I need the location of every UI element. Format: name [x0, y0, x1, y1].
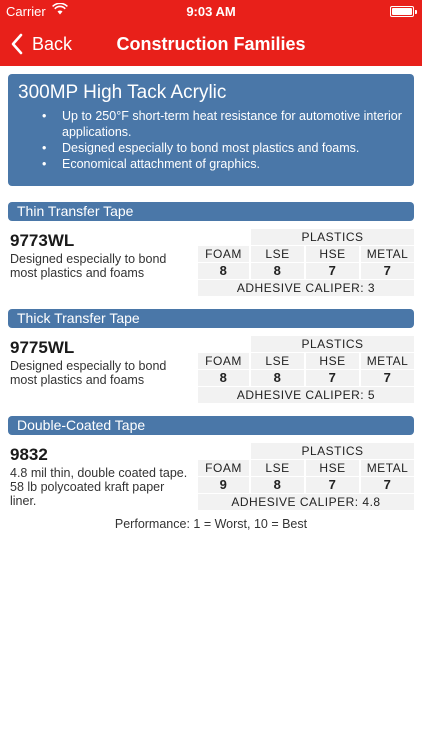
product-description: Designed especially to bond most plastic… [10, 359, 167, 387]
column-header: LSE [251, 246, 304, 262]
family-title: 300MP High Tack Acrylic [18, 82, 227, 103]
column-header: HSE [306, 246, 359, 262]
rating-value: 7 [306, 477, 359, 493]
status-bar: Carrier 9:03 AM [0, 0, 422, 22]
column-header: METAL [361, 460, 414, 476]
column-header: FOAM [198, 246, 249, 262]
column-header: HSE [306, 460, 359, 476]
product-name[interactable]: 9775WL [10, 338, 74, 358]
column-header: FOAM [198, 460, 249, 476]
rating-value: 8 [251, 263, 304, 279]
rating-value: 9 [198, 477, 249, 493]
performance-legend: Performance: 1 = Worst, 10 = Best [114, 517, 308, 531]
product-name[interactable]: 9773WL [10, 231, 74, 251]
column-header: METAL [361, 353, 414, 369]
section-header: Double-Coated Tape [8, 416, 414, 435]
column-header: HSE [306, 353, 359, 369]
product-name[interactable]: 9832 [10, 445, 48, 465]
product-description: Designed especially to bond most plastic… [10, 252, 167, 280]
product-family-card: 300MP High Tack Acrylic Up to 250°F shor… [8, 74, 414, 186]
column-header: FOAM [198, 353, 249, 369]
adhesive-caliper: ADHESIVE CALIPER: 4.8 [198, 494, 414, 510]
rating-value: 7 [306, 263, 359, 279]
page-title: Construction Families [116, 34, 306, 54]
rating-value: 7 [361, 477, 414, 493]
rating-value: 8 [251, 477, 304, 493]
rating-value: 8 [198, 263, 249, 279]
feature-list: Up to 250°F short-term heat resistance f… [18, 108, 404, 172]
product-description: 4.8 mil thin, double coated tape. 58 lb … [10, 466, 188, 508]
status-time: 9:03 AM [186, 4, 236, 19]
rating-value: 7 [361, 370, 414, 386]
group-label: PLASTICS [251, 443, 414, 459]
section-header: Thick Transfer Tape [8, 309, 414, 328]
feature-item: Designed especially to bond most plastic… [42, 140, 404, 156]
column-header: LSE [251, 460, 304, 476]
adhesive-caliper: ADHESIVE CALIPER: 3 [198, 280, 414, 296]
navigation-bar: Back Construction Families [0, 22, 422, 66]
group-label: PLASTICS [251, 336, 414, 352]
column-header: LSE [251, 353, 304, 369]
rating-value: 7 [306, 370, 359, 386]
column-header: METAL [361, 246, 414, 262]
battery-icon [390, 6, 417, 17]
rating-value: 8 [251, 370, 304, 386]
feature-item: Economical attachment of graphics. [42, 156, 404, 172]
rating-value: 7 [361, 263, 414, 279]
group-label: PLASTICS [251, 229, 414, 245]
section-header: Thin Transfer Tape [8, 202, 414, 221]
adhesive-caliper: ADHESIVE CALIPER: 5 [198, 387, 414, 403]
rating-value: 8 [198, 370, 249, 386]
feature-item: Up to 250°F short-term heat resistance f… [42, 108, 404, 140]
